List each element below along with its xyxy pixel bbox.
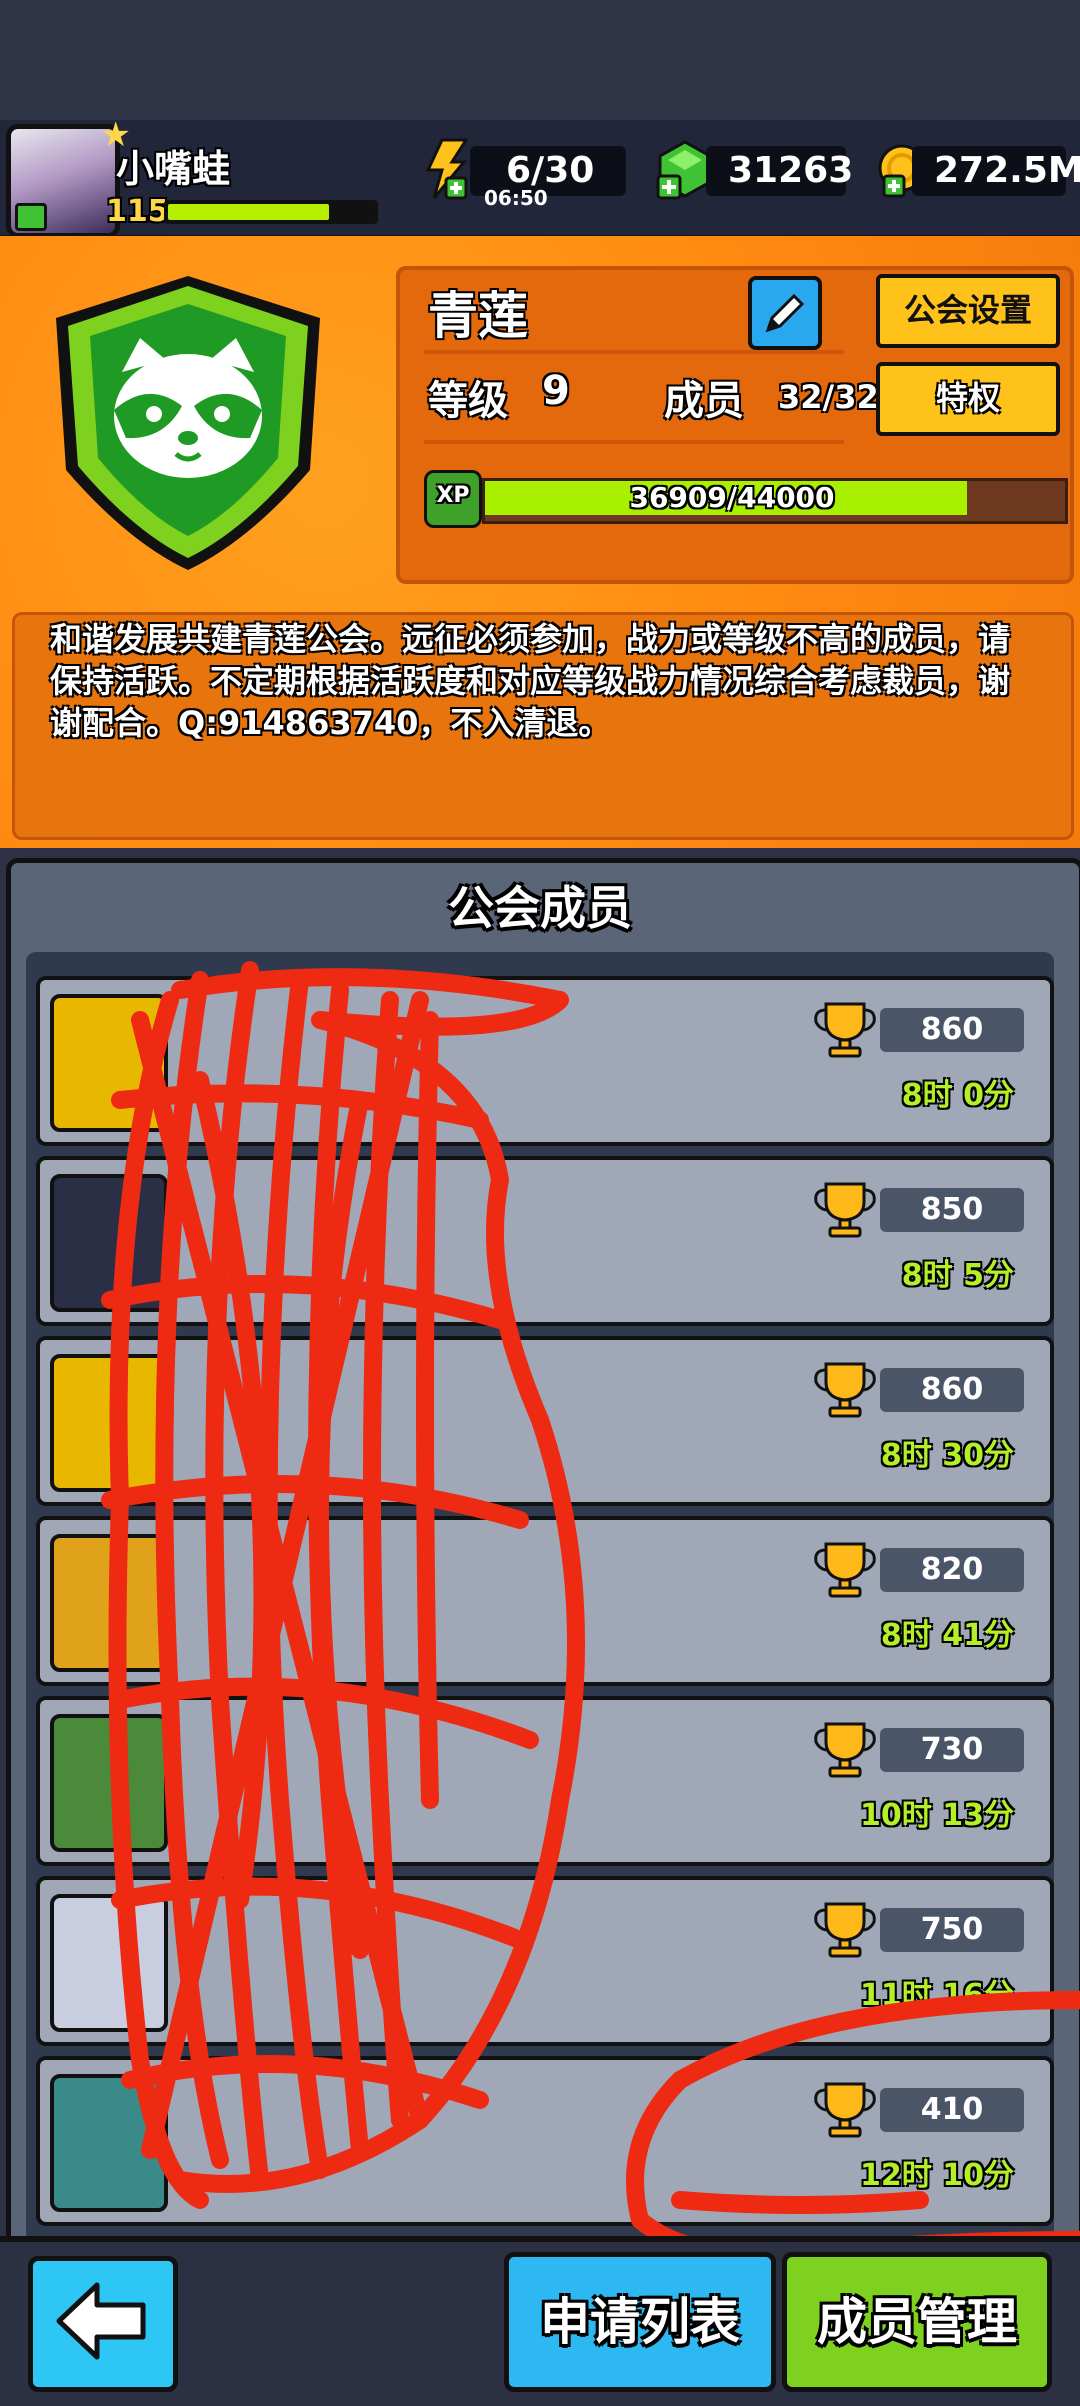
guild-name: 青莲 <box>428 287 528 345</box>
energy-icon[interactable] <box>422 138 470 200</box>
member-last-active: 11时 16分 <box>860 1978 1014 2013</box>
member-portrait <box>50 2074 168 2212</box>
guild-members-label: 成员 <box>664 378 744 424</box>
member-portrait <box>50 1714 168 1852</box>
member-trophy-score: 860 <box>920 1012 984 1047</box>
pencil-icon <box>765 293 805 333</box>
back-arrow-icon <box>56 2282 146 2360</box>
member-last-active: 8时 30分 <box>880 1438 1014 1473</box>
member-trophy-score: 730 <box>920 1732 984 1767</box>
member-row[interactable]: 820 8时 41分 <box>36 1516 1054 1686</box>
guild-notice: 和谐发展共建青莲公会。远征必须参加，战力或等级不高的成员，请保持活跃。不定期根据… <box>50 620 1011 742</box>
member-trophy-score: 860 <box>920 1372 984 1407</box>
player-avatar[interactable]: ★ <box>6 115 131 238</box>
member-trophy-score: 820 <box>920 1552 984 1587</box>
coin-value: 272.5M <box>934 150 1080 191</box>
members-title: 公会成员 <box>448 881 632 935</box>
member-trophy-score: 850 <box>920 1192 984 1227</box>
member-row[interactable]: 860 8时 30分 <box>36 1336 1054 1506</box>
status-area <box>0 0 1080 120</box>
energy-timer: 06:50 <box>484 186 548 210</box>
member-portrait <box>50 1174 168 1312</box>
back-button[interactable] <box>28 2256 178 2392</box>
trophy-icon <box>814 1722 876 1778</box>
divider <box>424 440 844 444</box>
member-trophy-score: 750 <box>920 1912 984 1947</box>
member-portrait <box>50 1354 168 1492</box>
xp-icon: XP <box>424 470 482 528</box>
privilege-button[interactable]: 特权 <box>876 362 1060 436</box>
member-row[interactable]: 410 12时 10分 <box>36 2056 1054 2226</box>
guild-members-count: 32/32 <box>778 378 879 416</box>
guild-level-label: 等级 <box>428 378 508 424</box>
member-row[interactable]: 850 8时 5分 <box>36 1156 1054 1326</box>
divider <box>424 350 844 354</box>
guild-xp-text: 36909/44000 <box>629 481 835 514</box>
xp-icon-text: XP <box>436 483 470 508</box>
member-last-active: 10时 13分 <box>860 1798 1014 1833</box>
trophy-icon <box>814 1002 876 1058</box>
trophy-icon <box>814 1542 876 1598</box>
member-last-active: 8时 5分 <box>901 1258 1014 1293</box>
trophy-icon <box>814 1902 876 1958</box>
trophy-icon <box>814 1182 876 1238</box>
trophy-icon <box>814 2082 876 2138</box>
player-level: 115 <box>106 194 169 229</box>
trophy-icon <box>814 1362 876 1418</box>
member-portrait <box>50 994 168 1132</box>
member-row[interactable]: 860 8时 0分 <box>36 976 1054 1146</box>
member-row[interactable]: 730 10时 13分 <box>36 1696 1054 1866</box>
gem-value: 31263 <box>728 150 854 191</box>
member-trophy-score: 410 <box>920 2092 984 2127</box>
guild-settings-button[interactable]: 公会设置 <box>876 274 1060 348</box>
member-last-active: 8时 41分 <box>880 1618 1014 1653</box>
member-portrait <box>50 1894 168 2032</box>
member-manage-button[interactable]: 成员管理 <box>782 2252 1052 2392</box>
player-xp-fill <box>168 204 329 220</box>
apply-list-button[interactable]: 申请列表 <box>504 2252 776 2392</box>
guild-level-value: 9 <box>542 368 570 414</box>
player-name: 小嘴蛙 <box>116 147 231 191</box>
member-portrait <box>50 1534 168 1672</box>
edit-button[interactable] <box>748 276 822 350</box>
raccoon-emblem-icon <box>56 276 320 570</box>
plus-badge-icon <box>15 203 47 231</box>
member-row[interactable]: 750 11时 16分 <box>36 1876 1054 2046</box>
member-last-active: 8时 0分 <box>901 1078 1014 1113</box>
member-last-active: 12时 10分 <box>860 2158 1014 2193</box>
